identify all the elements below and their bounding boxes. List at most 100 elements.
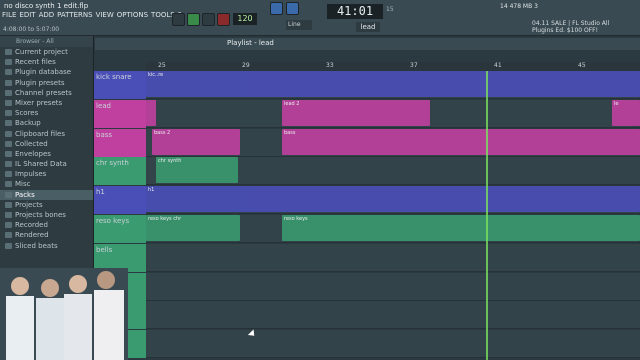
pattern-selector[interactable]: lead [356, 22, 380, 32]
browser-item-label: Envelopes [15, 149, 51, 158]
pattern-clip[interactable]: chr synth [156, 157, 238, 184]
browser-item[interactable]: Collected [0, 139, 93, 149]
browser-item[interactable]: Packs [0, 189, 93, 200]
fl-studio-window: no disco synth 1 edit.flp FILE EDIT ADD … [0, 0, 640, 360]
band-photo-image [0, 268, 128, 360]
browser-item[interactable]: Current project [0, 47, 93, 57]
pattern-clip[interactable]: kic..re [146, 71, 640, 97]
folder-icon [5, 242, 12, 249]
folder-icon [5, 191, 12, 198]
news-line-2: Plugins Ed. $100 OFF! [532, 27, 599, 34]
folder-icon [5, 201, 12, 208]
browser-item[interactable]: Recorded [0, 220, 93, 230]
menu-edit[interactable]: EDIT [19, 11, 35, 19]
browser-item[interactable]: Scores [0, 108, 93, 118]
pattern-clip[interactable]: lead 2 [282, 99, 430, 126]
browser-item[interactable]: Backup [0, 118, 93, 128]
browser-item[interactable]: Misc [0, 179, 93, 189]
track-lane[interactable] [146, 330, 640, 359]
browser-item[interactable]: Plugin presets [0, 78, 93, 88]
browser-item[interactable]: Clipboard files [0, 129, 93, 139]
folder-icon [5, 79, 12, 86]
menu-view[interactable]: VIEW [96, 11, 114, 19]
clip-label: chr synth [158, 158, 182, 165]
track-header[interactable]: lead [94, 99, 146, 128]
ruler-label: 45 [578, 62, 586, 69]
news-line-1: 04.11 SALE | FL Studio All [532, 20, 610, 27]
clip-label: kic..re [148, 72, 164, 78]
menu-file[interactable]: FILE [2, 11, 16, 19]
track-header[interactable]: h1 [94, 186, 146, 215]
cpu-readout: 3 [534, 3, 538, 10]
news-panel[interactable]: 04.11 SALE | FL Studio All Plugins Ed. $1… [532, 20, 609, 34]
browser-item-label: Channel presets [15, 88, 72, 97]
folder-icon [5, 89, 12, 96]
browser-item-label: IL Shared Data [15, 160, 67, 169]
menu-patterns[interactable]: PATTERNS [57, 11, 92, 19]
browser-item-label: Rendered [15, 231, 49, 240]
pattern-song-toggle[interactable] [172, 13, 185, 26]
browser-item[interactable]: Sliced beats [0, 241, 93, 251]
folder-icon [5, 49, 12, 55]
menu-add[interactable]: ADD [39, 11, 55, 19]
pattern-clip[interactable] [146, 99, 156, 126]
browser-item-label: Misc [15, 180, 31, 189]
browser-item[interactable]: Impulses [0, 169, 93, 179]
track-lane[interactable]: bass 2 bass [146, 128, 640, 157]
record-button[interactable] [217, 13, 230, 26]
track-lane[interactable] [146, 301, 640, 330]
track-lane[interactable]: reso keys chr reso keys [146, 215, 640, 243]
track-lane[interactable]: lead 2 le [146, 99, 640, 128]
pattern-clip[interactable]: h1 [146, 186, 640, 213]
browser-item-label: Projects bones [15, 211, 66, 219]
folder-icon [5, 140, 12, 147]
track-header[interactable]: kick snare [94, 71, 146, 99]
clip-label: bass 2 [154, 129, 171, 136]
browser-item[interactable]: Recent files [0, 57, 93, 67]
pattern-clip[interactable]: bass 2 [152, 128, 240, 155]
browser-item[interactable]: Rendered [0, 230, 93, 240]
track-header[interactable]: bass [94, 128, 146, 157]
playlist-tracks: kick snare kic..re lead lead 2 le bass bass 2b… [94, 71, 640, 360]
time-subunit: 15 [386, 6, 394, 13]
track-header[interactable]: reso keys [94, 215, 146, 243]
track-header[interactable]: chr synth [94, 157, 146, 186]
folder-icon [5, 222, 12, 229]
snap-icon[interactable] [270, 2, 283, 15]
menu-options[interactable]: OPTIONS [117, 11, 148, 19]
ruler-label: 37 [410, 62, 418, 69]
folder-icon [5, 69, 12, 76]
track-lane[interactable]: chr synth [146, 157, 640, 186]
pattern-clip[interactable]: bass [282, 128, 640, 155]
browser-item[interactable]: Plugin database [0, 67, 93, 77]
browser-item-label: Packs [15, 190, 35, 199]
ruler-label: 25 [158, 62, 166, 69]
timeline-ruler[interactable]: 25 29 33 37 41 45 [146, 62, 640, 71]
song-time-display: 41:01 [327, 4, 383, 19]
browser-item[interactable]: IL Shared Data [0, 159, 93, 169]
pattern-clip[interactable]: reso keys [282, 215, 640, 241]
pattern-clip[interactable]: le [612, 99, 640, 126]
stop-button[interactable] [202, 13, 215, 26]
track-lane[interactable]: h1 [146, 186, 640, 215]
track-lane[interactable] [146, 243, 640, 272]
browser-item[interactable]: Channel presets [0, 88, 93, 98]
track-lane[interactable] [146, 272, 640, 301]
pattern-clip[interactable]: reso keys chr [146, 215, 240, 241]
folder-icon [5, 232, 12, 239]
browser-item[interactable]: Projects [0, 200, 93, 210]
browser-item[interactable]: Projects bones [0, 210, 93, 220]
folder-icon [5, 150, 12, 157]
browser-item[interactable]: Mixer presets [0, 98, 93, 108]
memory-readout: 14 478 MB 3 [500, 3, 538, 10]
snap-mode-select[interactable]: Line [286, 20, 312, 30]
tempo-display[interactable]: 120 [233, 13, 257, 25]
folder-icon [5, 110, 12, 117]
folder-icon [5, 212, 12, 218]
track-lane[interactable]: kic..re [146, 71, 640, 99]
folder-icon [5, 120, 12, 127]
browser-item[interactable]: Envelopes [0, 149, 93, 159]
browser-item-label: Current project [15, 48, 68, 56]
loop-icon[interactable] [286, 2, 299, 15]
play-button[interactable] [187, 13, 200, 26]
